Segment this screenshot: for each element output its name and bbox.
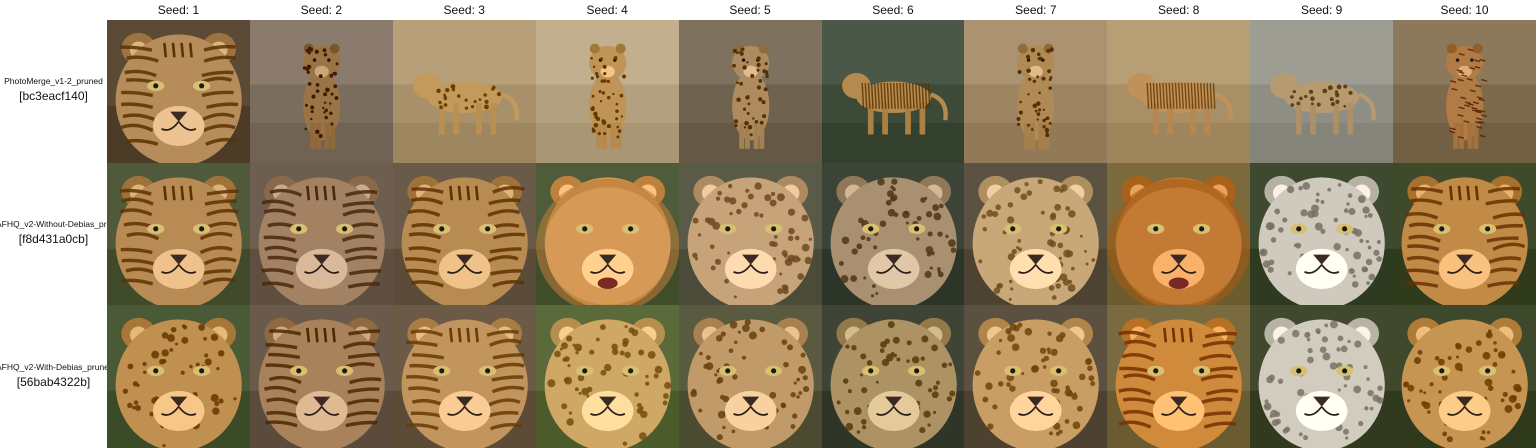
generated-image-jaguar-face xyxy=(678,305,822,448)
generated-image-leopard-face xyxy=(821,305,965,448)
generated-image-tiger-face xyxy=(107,20,251,164)
row-label-afhq-without-debias: AFHQ_v2-Without-Debias_pruned [f8d431a0c… xyxy=(0,218,125,248)
generated-image-jaguar-face xyxy=(678,162,822,306)
generated-image-jaguar-walking xyxy=(678,20,822,164)
generated-image-tiger-face xyxy=(1393,162,1536,306)
generated-image-tiger-standing xyxy=(821,20,965,164)
generated-image-tiger-face xyxy=(249,162,394,306)
image-grid xyxy=(107,20,1536,448)
column-header-seed-5: Seed: 5 xyxy=(729,3,771,17)
jaguar-face-illustration xyxy=(107,305,251,448)
column-header-seed-1: Seed: 1 xyxy=(157,3,200,17)
generated-image-tiger-face xyxy=(392,162,537,306)
row-label-afhq-with-debias: AFHQ_v2-With-Debias_pruned [56bab4322b] xyxy=(0,361,114,391)
leopard-face-illustration xyxy=(964,162,1108,306)
tiger-standing-illustration xyxy=(1107,20,1251,164)
generated-image-cheetah-walking xyxy=(535,20,680,164)
jaguar-face-illustration xyxy=(1393,305,1536,448)
generated-image-snow-leopard-face xyxy=(1250,162,1394,306)
generated-image-lion-face xyxy=(535,162,680,306)
jaguar-walking-illustration xyxy=(678,20,822,164)
leopard-face-illustration xyxy=(535,305,680,448)
column-header-seed-2: Seed: 2 xyxy=(300,3,343,17)
tiger-face-illustration xyxy=(249,162,394,306)
column-header-seed-3: Seed: 3 xyxy=(443,3,485,17)
generated-image-tiger-walking xyxy=(1393,20,1536,164)
model-hash: [bc3eacf140] xyxy=(19,89,88,104)
leopard-face-illustration xyxy=(821,162,965,306)
tiger-face-illustration xyxy=(107,20,251,164)
jaguar-face-illustration xyxy=(678,162,822,306)
column-header-seed-9: Seed: 9 xyxy=(1300,3,1343,17)
model-name: AFHQ_v2-With-Debias_pruned xyxy=(0,361,114,372)
column-header-seed-10: Seed: 10 xyxy=(1440,3,1489,17)
tiger-face-illustration xyxy=(249,305,394,448)
generated-image-tiger-face xyxy=(249,305,394,448)
generated-image-leopard-walking xyxy=(392,20,537,164)
generated-image-tiger-face xyxy=(1107,305,1251,448)
model-name: PhotoMerge_v1-2_pruned xyxy=(4,76,103,87)
leopard-face-illustration xyxy=(964,305,1108,448)
model-hash: [f8d431a0cb] xyxy=(18,232,89,246)
leopard-face-illustration xyxy=(821,305,965,448)
tiger-face-illustration xyxy=(1107,305,1251,448)
generated-image-leopard-face xyxy=(821,162,965,306)
jaguar-standing-illustration xyxy=(249,20,394,164)
generated-image-leopard-face xyxy=(964,162,1108,306)
seed-header-row: Seed: 1 Seed: 2 Seed: 3 Seed: 4 Seed: 5 … xyxy=(107,0,1536,20)
generated-image-leopard-walking xyxy=(964,20,1108,164)
leopard-walking-illustration xyxy=(1250,20,1394,164)
model-name: AFHQ_v2-Without-Debias_pruned xyxy=(0,219,126,229)
lion-face-illustration xyxy=(535,162,680,306)
generated-image-leopard-face xyxy=(535,305,680,448)
generated-image-leopard-walking xyxy=(1250,20,1394,164)
tiger-face-illustration xyxy=(1393,162,1536,306)
column-header-seed-6: Seed: 6 xyxy=(872,3,914,17)
cheetah-walking-illustration xyxy=(535,20,680,164)
leopard-walking-illustration xyxy=(964,20,1108,164)
leopard-walking-illustration xyxy=(392,20,537,164)
tiger-walking-illustration xyxy=(1393,20,1536,164)
tiger-standing-illustration xyxy=(821,20,965,164)
row-label-photomerge: PhotoMerge_v1-2_pruned [bc3eacf140] xyxy=(0,75,107,105)
tiger-face-illustration xyxy=(392,162,537,306)
generated-image-jaguar-standing xyxy=(249,20,394,164)
snow-leopard-face-illustration xyxy=(1250,305,1394,448)
generated-image-snow-leopard-face xyxy=(1250,305,1394,448)
generated-image-tiger-standing xyxy=(1107,20,1251,164)
generated-image-tiger-face xyxy=(392,305,537,448)
lion-face-illustration xyxy=(1107,162,1251,306)
column-header-seed-4: Seed: 4 xyxy=(586,3,628,17)
tiger-face-illustration xyxy=(107,162,251,306)
generated-image-leopard-face xyxy=(964,305,1108,448)
generated-image-jaguar-face xyxy=(1393,305,1536,448)
generated-image-tiger-face xyxy=(107,162,251,306)
column-header-seed-7: Seed: 7 xyxy=(1015,3,1057,17)
jaguar-face-illustration xyxy=(678,305,822,448)
generated-image-lion-face xyxy=(1107,162,1251,306)
generated-image-jaguar-face xyxy=(107,305,251,448)
tiger-face-illustration xyxy=(392,305,537,448)
column-header-seed-8: Seed: 8 xyxy=(1158,3,1200,17)
model-hash: [56bab4322b] xyxy=(16,374,91,389)
snow-leopard-face-illustration xyxy=(1250,162,1394,306)
